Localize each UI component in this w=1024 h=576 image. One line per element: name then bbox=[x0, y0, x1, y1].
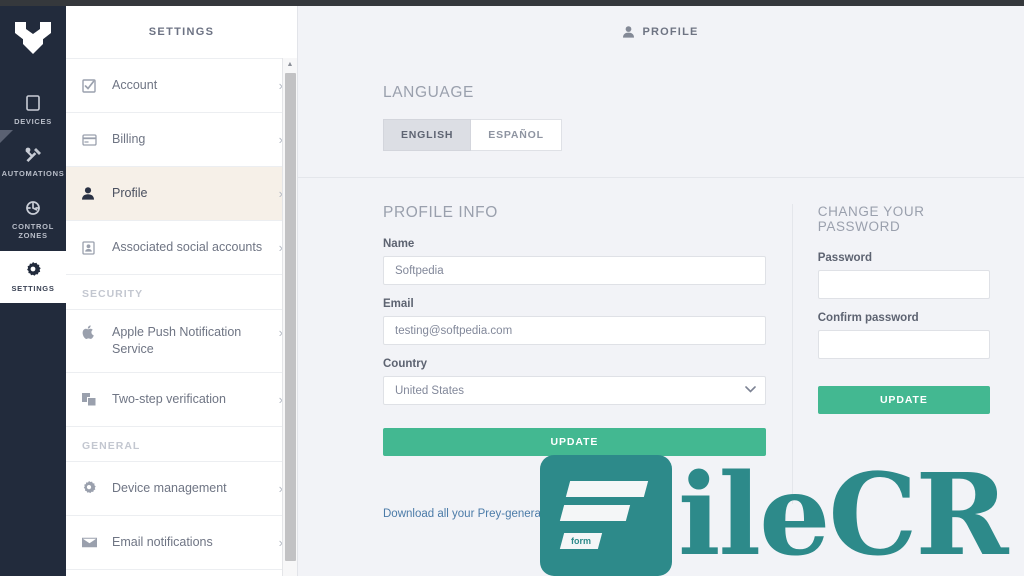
sidebar-item-automations-label: AUTOMATIONS bbox=[1, 169, 65, 179]
id-card-icon bbox=[82, 240, 98, 255]
forms-columns: PROFILE INFO Name Email Country United S… bbox=[383, 178, 990, 522]
country-select-wrap: United States bbox=[383, 376, 766, 405]
gear-icon bbox=[82, 481, 98, 495]
scroll-up-arrow-icon[interactable]: ▲ bbox=[283, 58, 297, 71]
settings-group-general: GENERAL bbox=[66, 425, 297, 461]
country-label: Country bbox=[383, 358, 428, 370]
sidebar-item-settings-label: SETTINGS bbox=[11, 283, 55, 293]
tools-icon bbox=[25, 147, 42, 163]
settings-row-device-management[interactable]: Device management › bbox=[66, 460, 297, 515]
password-label: Password bbox=[817, 252, 873, 264]
settings-panel-scrollbar[interactable]: ▲ bbox=[282, 58, 297, 576]
language-toggle-group: ENGLISH ESPAÑOL bbox=[383, 119, 562, 151]
confirm-password-field-group: Confirm password bbox=[817, 312, 990, 359]
sidebar-item-settings[interactable]: SETTINGS bbox=[0, 250, 66, 303]
settings-row-two-step-verification[interactable]: Two-step verification › bbox=[66, 371, 297, 426]
settings-row-apple-push-notification-service-label: Apple Push Notification Service bbox=[112, 325, 242, 356]
profile-info-title: PROFILE INFO bbox=[383, 204, 498, 221]
language-option-espanol[interactable]: ESPAÑOL bbox=[471, 119, 562, 151]
settings-row-profile[interactable]: Profile › bbox=[66, 166, 297, 220]
email-field-group: Email bbox=[383, 298, 766, 345]
settings-row-email-notifications[interactable]: Email notifications › bbox=[66, 514, 297, 569]
language-section-title: LANGUAGE bbox=[383, 84, 474, 101]
settings-row-filler bbox=[66, 568, 297, 576]
change-password-title: CHANGE YOUR PASSWORD bbox=[817, 204, 925, 234]
sidebar-item-control-zones[interactable]: CONTROL ZONES bbox=[0, 189, 66, 251]
gear-icon bbox=[25, 261, 41, 278]
confirm-password-input[interactable] bbox=[817, 330, 990, 359]
checkbox-check-icon bbox=[82, 78, 98, 93]
person-icon bbox=[623, 26, 635, 38]
main-content: LANGUAGE ENGLISH ESPAÑOL PROFILE INFO Na… bbox=[298, 58, 1024, 576]
settings-row-account-label: Account bbox=[112, 78, 158, 93]
primary-nav-rail: DEVICES AUTOMATIONS CONTROL ZONES SETTIN… bbox=[0, 6, 66, 576]
page-header: PROFILE bbox=[298, 6, 1024, 58]
country-field-group: Country United States bbox=[383, 358, 766, 405]
prey-shield-logo[interactable] bbox=[11, 18, 55, 58]
app-root: DEVICES AUTOMATIONS CONTROL ZONES SETTIN… bbox=[0, 0, 1024, 576]
settings-row-profile-label: Profile bbox=[112, 186, 148, 201]
settings-row-email-notifications-label: Email notifications bbox=[112, 534, 213, 549]
settings-group-security: SECURITY bbox=[66, 274, 297, 309]
language-section: LANGUAGE ENGLISH ESPAÑOL bbox=[383, 84, 990, 151]
confirm-password-label: Confirm password bbox=[817, 312, 919, 324]
settings-row-apple-push-notification-service[interactable]: Apple Push Notification Service › bbox=[66, 309, 297, 372]
person-icon bbox=[82, 187, 98, 200]
settings-row-billing[interactable]: Billing › bbox=[66, 112, 297, 166]
credit-card-icon bbox=[82, 133, 98, 146]
sidebar-item-devices-label: DEVICES bbox=[14, 117, 52, 126]
sidebar-item-devices[interactable]: DEVICES bbox=[0, 84, 66, 136]
change-password-form: CHANGE YOUR PASSWORD Password Confirm pa… bbox=[817, 204, 990, 522]
settings-row-two-step-verification-label: Two-step verification bbox=[112, 391, 226, 406]
download-data-link[interactable]: Download all your Prey-generated data in… bbox=[383, 508, 664, 520]
profile-info-form: PROFILE INFO Name Email Country United S… bbox=[383, 204, 766, 522]
settings-row-associated-social-accounts[interactable]: Associated social accounts › bbox=[66, 220, 297, 274]
language-option-english[interactable]: ENGLISH bbox=[383, 119, 472, 151]
password-input[interactable] bbox=[817, 270, 990, 299]
password-update-button[interactable]: UPDATE bbox=[817, 386, 990, 414]
profile-update-button[interactable]: UPDATE bbox=[383, 428, 766, 456]
settings-panel: SETTINGS Account › Billing › Profile › A… bbox=[66, 6, 298, 576]
sidebar-item-automations[interactable]: AUTOMATIONS bbox=[0, 130, 66, 188]
apple-icon bbox=[82, 325, 98, 339]
envelope-icon bbox=[82, 537, 98, 548]
email-label: Email bbox=[383, 298, 414, 310]
column-divider bbox=[791, 204, 793, 504]
settings-panel-title: SETTINGS bbox=[148, 26, 215, 38]
country-select[interactable]: United States bbox=[383, 376, 766, 405]
settings-row-billing-label: Billing bbox=[112, 132, 146, 147]
email-input[interactable] bbox=[383, 316, 766, 345]
name-input[interactable] bbox=[383, 256, 766, 285]
two-windows-icon bbox=[82, 392, 98, 406]
settings-row-device-management-label: Device management bbox=[112, 480, 227, 495]
settings-row-account[interactable]: Account › bbox=[66, 58, 297, 112]
device-icon bbox=[26, 95, 40, 111]
scrollbar-thumb[interactable] bbox=[285, 73, 296, 561]
settings-row-associated-social-accounts-label: Associated social accounts bbox=[112, 240, 263, 255]
settings-list: Account › Billing › Profile › Associated… bbox=[66, 58, 297, 576]
password-field-group: Password bbox=[817, 252, 990, 299]
refresh-zone-icon bbox=[25, 200, 41, 216]
name-label: Name bbox=[383, 238, 415, 250]
sidebar-item-control-zones-label: CONTROL ZONES bbox=[12, 221, 54, 241]
name-field-group: Name bbox=[383, 238, 766, 285]
page-title: PROFILE bbox=[642, 26, 699, 38]
